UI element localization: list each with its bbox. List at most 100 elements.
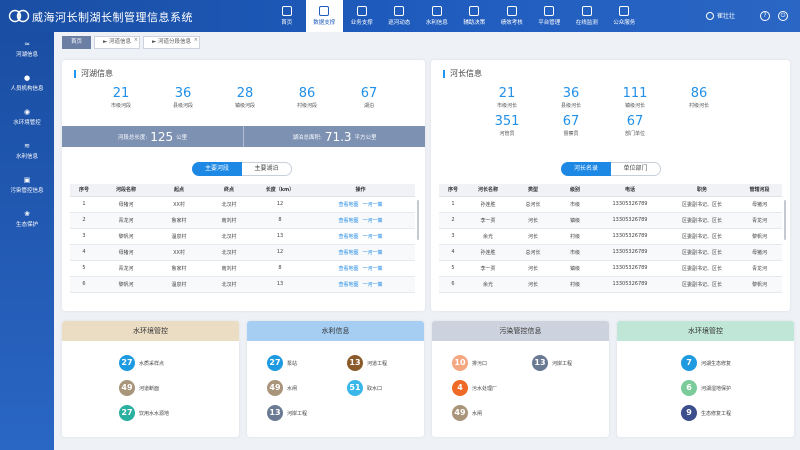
public-service-icon [619,6,630,16]
table-row: 5 李一贾 河长 镇级 13305326789 区委副书记、区长 青龙河 [439,260,782,277]
river-summary-bar: 河段总长度: 125 公里 湖泊总面积: 71.3 平方公里 [62,126,425,147]
chief-panel-title: 河长信息 [443,70,482,78]
card-item[interactable]: 7 河湖生态修复 [681,355,731,371]
water-icon [431,6,442,16]
performance-icon [506,6,517,16]
chief-tabs: 河长名录 单位部门 [561,162,661,176]
table-row: 4 母猪河 XX村 北汉村 12 查看地图 一河一策 [70,244,415,261]
card-item[interactable]: 13 河岸工程 [267,405,307,421]
sidebar-item-personnel[interactable]: ● 人员机构信息 [0,66,54,100]
breadcrumb-river-segment[interactable]: ► 河道分段信息 × [143,36,200,49]
view-map-link[interactable]: 查看地图 [338,250,358,256]
card-item[interactable]: 49 水闸 [452,405,482,421]
card-item[interactable]: 10 排污口 [452,355,487,371]
table-row: 3 黎帆河 温泉村 北汉村 13 查看地图 一河一策 [70,228,415,245]
nav-patrol[interactable]: 巡河动态 [381,0,419,32]
breadcrumb-river-info[interactable]: ► 河道信息 × [94,36,140,49]
stat-town-segments: 28 镇级河段 [234,86,255,110]
database-icon [319,6,330,16]
card-title: 污染管控信息 [432,321,609,341]
card-item[interactable]: 51 取水口 [347,380,382,396]
nav-platform[interactable]: 平台管理 [531,0,569,32]
card-item[interactable]: 6 河湖湿地保护 [681,380,731,396]
water-icon: ≋ [24,142,30,150]
nav-decision[interactable]: 辅助决策 [456,0,494,32]
sidebar: ≈ 河湖信息 ● 人员机构信息 ◉ 水环境管控 ≋ 水利信息 ▣ 污染管控信息 ❀ 生态保护 [0,32,54,450]
gear-icon [544,6,555,16]
stat-river-managers: 351 河管员 [494,114,520,138]
table-header-row: 序号 河段名称 起点 终点 长度（km） 操作 [70,184,415,197]
nav-home[interactable]: 首页 [268,0,306,32]
card-item[interactable]: 49 水闸 [267,380,297,396]
top-header: 威海河长制湖长制管理信息系统 首页 数据支撑 业务支撑 巡河动态 水利信息 辅助… [0,0,800,32]
main-nav: 首页 数据支撑 业务支撑 巡河动态 水利信息 辅助决策 绩效考核 平台管理 在线… [268,0,643,32]
sidebar-item-river-info[interactable]: ≈ 河湖信息 [0,32,54,66]
close-icon[interactable]: × [194,35,198,46]
sidebar-item-pollution[interactable]: ▣ 污染管控信息 [0,168,54,202]
leaf-icon: ❀ [24,210,30,218]
river-table: 序号 河段名称 起点 终点 长度（km） 操作 1 母猪河 XX村 北汉村 12 查看地… [70,184,415,293]
view-map-link[interactable]: 查看地图 [338,234,358,240]
card-title: 水环境管控 [617,321,794,341]
nav-monitor[interactable]: 在线监测 [568,0,606,32]
card-item[interactable]: 4 污水处理厂 [452,380,497,396]
tab-departments[interactable]: 单位部门 [611,162,661,176]
app-title: 威海河长制湖长制管理信息系统 [32,11,193,24]
breadcrumb-home[interactable]: 首页 [62,36,92,49]
nav-business-support[interactable]: 业务支撑 [343,0,381,32]
nav-performance[interactable]: 绩效考核 [493,0,531,32]
view-map-link[interactable]: 查看地图 [338,202,358,208]
decision-icon [469,6,480,16]
chief-stats-row2: 351 河管员 67 督察员 67 部门单位 [475,114,667,138]
table-row: 3 余光 河长 村级 13305326789 区委副书记、区长 黎帆河 [439,228,782,245]
stat-lakes: 67 湖泊 [360,86,378,110]
tab-chief-directory[interactable]: 河长名录 [561,162,611,176]
card-item[interactable]: 27 水质采样点 [119,355,164,371]
home-icon [281,6,292,16]
river-policy-link[interactable]: 一河一策 [363,266,383,272]
card-item[interactable]: 13 河岸工程 [532,355,572,371]
chief-table: 序号 河长名称 类型 级别 电话 职务 管辖河段 1 孙连胜 总河长 市级 133053… [439,184,782,293]
monitor-icon [581,6,592,16]
card-item[interactable]: 27 泵站 [267,355,297,371]
nav-water-info[interactable]: 水利信息 [418,0,456,32]
nav-data-support[interactable]: 数据支撑 [305,0,343,32]
card-title: 水环境管控 [62,321,239,341]
tab-main-rivers[interactable]: 主要河段 [192,162,242,176]
card-item[interactable]: 9 生态修复工程 [681,405,731,421]
power-icon[interactable]: ⏻ [778,11,788,21]
river-table-scrollbar[interactable] [417,200,419,240]
view-map-link[interactable]: 查看地图 [338,266,358,272]
card-pollution: 污染管控信息 10 排污口 13 河岸工程 4 污水处理厂 49 水闸 [432,321,609,437]
river-policy-link[interactable]: 一河一策 [363,282,383,288]
card-item[interactable]: 13 河道工程 [347,355,387,371]
table-row: 1 母猪河 XX村 北汉村 12 查看地图 一河一策 [70,196,415,213]
river-policy-link[interactable]: 一河一策 [363,234,383,240]
river-policy-link[interactable]: 一河一策 [363,250,383,256]
wave-icon: ≈ [24,40,30,48]
tab-main-lakes[interactable]: 主要湖泊 [242,162,292,176]
chief-table-scrollbar[interactable] [784,200,786,240]
logo-icon [8,9,30,23]
help-icon[interactable]: ? [760,11,770,21]
briefcase-icon [356,6,367,16]
sidebar-item-water-info[interactable]: ≋ 水利信息 [0,134,54,168]
river-policy-link[interactable]: 一河一策 [363,218,383,224]
close-icon[interactable]: × [134,35,138,46]
river-policy-link[interactable]: 一河一策 [363,202,383,208]
card-water-env: 水环境管控 27 水质采样点 49 河道断面 27 饮用水水源地 [62,321,239,437]
view-map-link[interactable]: 查看地图 [338,282,358,288]
sidebar-item-ecology[interactable]: ❀ 生态保护 [0,202,54,236]
sidebar-item-water-env[interactable]: ◉ 水环境管控 [0,100,54,134]
river-stats: 21 市级河段 36 县级河段 28 镇级河段 86 村级河段 67 湖泊 [90,86,400,110]
nav-public[interactable]: 公众服务 [606,0,644,32]
user-menu[interactable]: 崔壮壮 [706,11,735,20]
factory-icon: ▣ [23,176,31,184]
stat-inspectors: 67 督察员 [562,114,580,138]
view-map-link[interactable]: 查看地图 [338,218,358,224]
stat-village-segments: 86 村级河段 [296,86,317,110]
card-item[interactable]: 27 饮用水水源地 [119,405,169,421]
card-ecology: 水环境管控 7 河湖生态修复 6 河湖湿地保护 9 生态修复工程 [617,321,794,437]
lake-area: 湖泊总面积: 71.3 平方公里 [243,126,425,147]
card-item[interactable]: 49 河道断面 [119,380,159,396]
